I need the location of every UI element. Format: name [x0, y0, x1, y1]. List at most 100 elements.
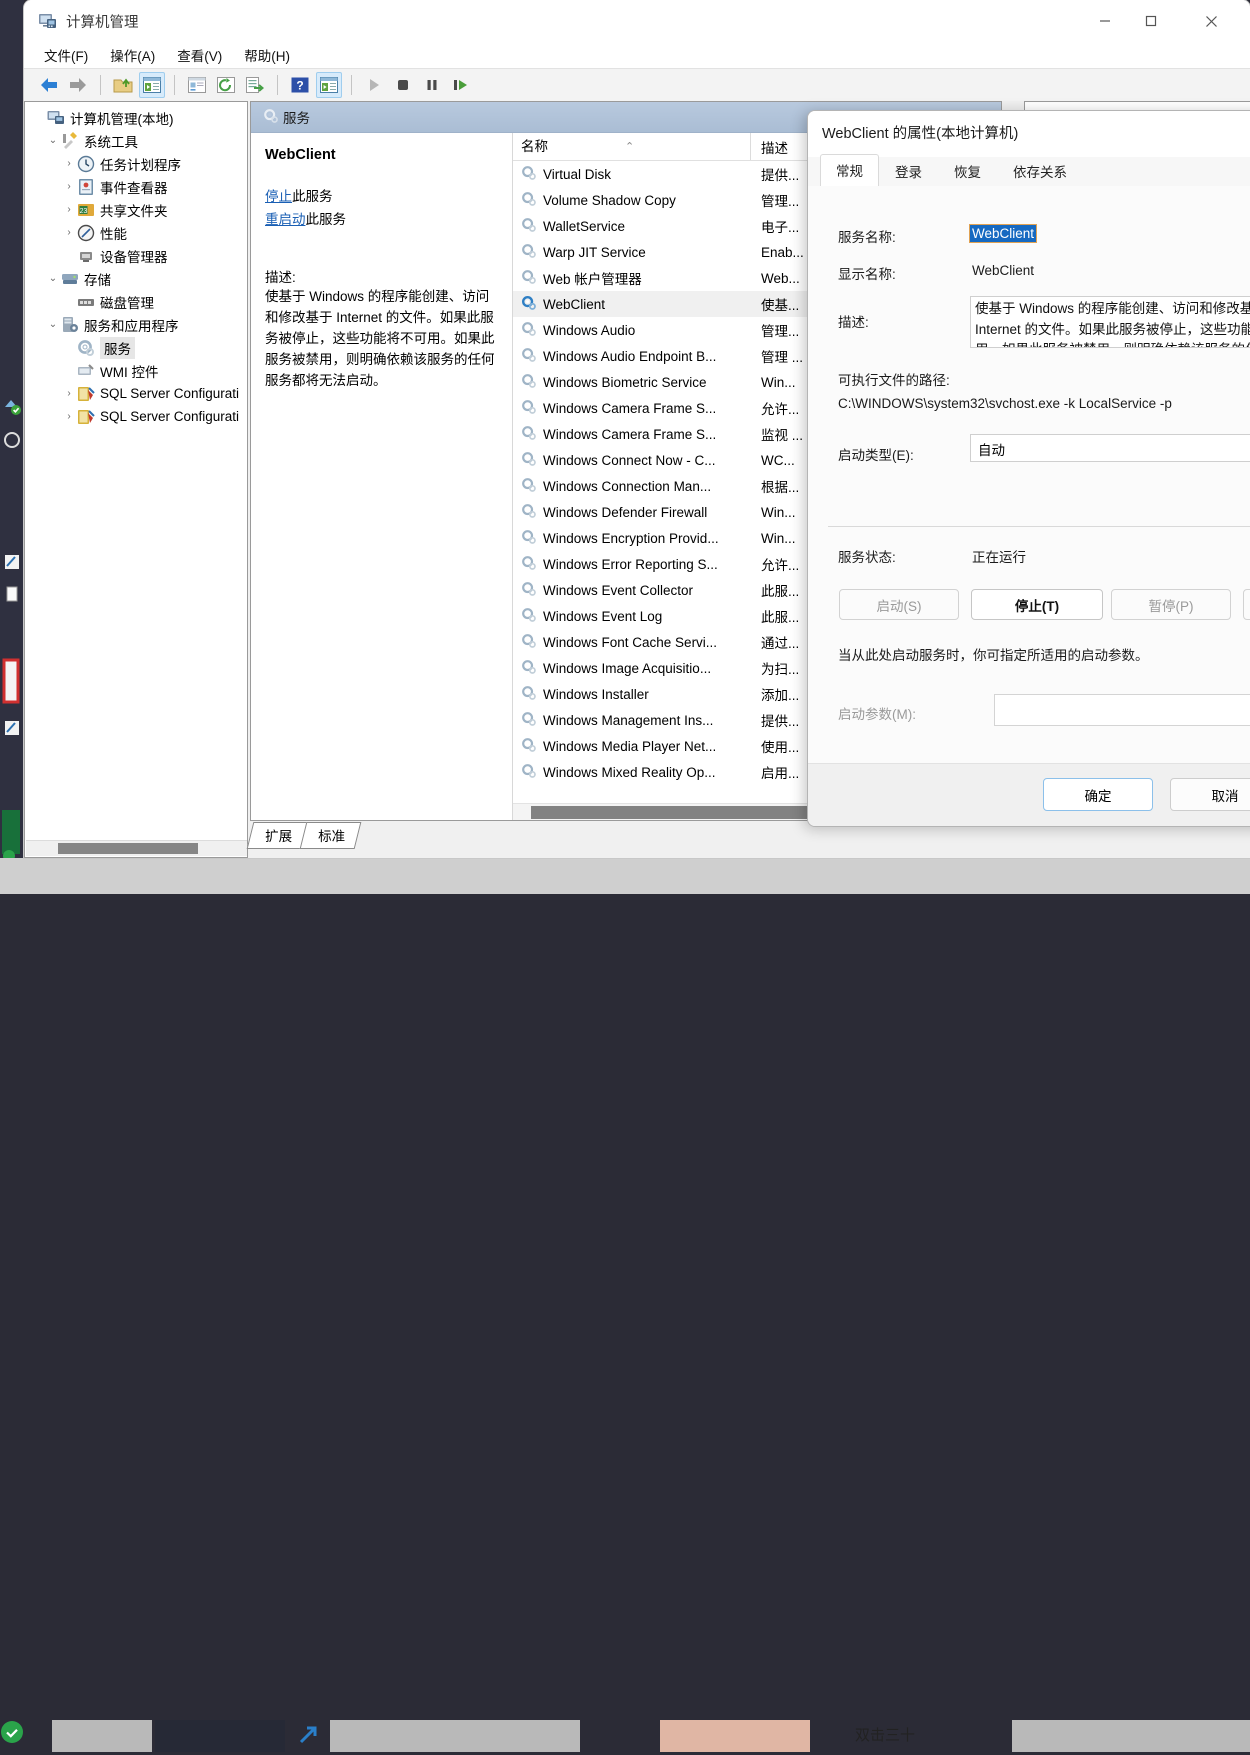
tree-item-computer-management[interactable]: 计算机管理(本地): [25, 106, 247, 129]
up-folder-icon[interactable]: [110, 72, 136, 98]
tree-chevron[interactable]: ›: [61, 204, 77, 215]
tree-chevron[interactable]: ›: [61, 158, 77, 169]
taskbar-item-2[interactable]: [155, 1720, 285, 1752]
startup-type-select[interactable]: 自动: [970, 434, 1250, 462]
resume-service-button[interactable]: [1243, 589, 1250, 620]
taskbar-item-6[interactable]: [1012, 1720, 1250, 1752]
service-name-value[interactable]: WebClient: [968, 224, 1038, 243]
tree-item-task-scheduler[interactable]: › 任务计划程序: [25, 152, 247, 175]
desktop-icon-4: [2, 584, 22, 604]
refresh-icon[interactable]: [213, 72, 239, 98]
tree-item-system-tools[interactable]: ⌄ 系统工具: [25, 129, 247, 152]
tab-recovery[interactable]: 恢复: [938, 155, 997, 187]
tree-item-performance[interactable]: › 性能: [25, 221, 247, 244]
service-description-cell: 添加...: [761, 688, 800, 703]
tree-chevron[interactable]: ⌄: [45, 319, 61, 330]
tree-chevron[interactable]: ›: [61, 181, 77, 192]
start-service-button[interactable]: 启动(S): [839, 589, 959, 620]
tree-item-services-and-applications[interactable]: ⌄ 服务和应用程序: [25, 313, 247, 336]
column-header-name[interactable]: 名称 ⌃: [513, 133, 751, 160]
minimize-button[interactable]: [1082, 0, 1128, 42]
ok-button[interactable]: 确定: [1043, 778, 1153, 811]
service-description-cell: 管理...: [761, 194, 800, 209]
menu-action[interactable]: 操作(A): [110, 45, 155, 65]
taskbar-item-3[interactable]: [330, 1720, 580, 1752]
menu-help[interactable]: 帮助(H): [244, 45, 290, 65]
service-name-value-wrap[interactable]: WebClient: [968, 224, 1038, 243]
tree-item-storage[interactable]: ⌄ 存储: [25, 267, 247, 290]
tree-item-disk-management[interactable]: 磁盘管理: [25, 290, 247, 313]
tab-dependencies[interactable]: 依存关系: [997, 155, 1083, 187]
stop-service-suffix: 此服务: [292, 189, 333, 204]
tree-chevron[interactable]: ⌄: [45, 273, 61, 284]
stop-service-button[interactable]: 停止(T): [971, 589, 1103, 620]
pause-service-button[interactable]: 暂停(P): [1111, 589, 1231, 620]
storage-icon: [61, 270, 79, 288]
tree-item-shared-folders[interactable]: › 23 共享文件夹: [25, 198, 247, 221]
menu-file[interactable]: 文件(F): [44, 45, 88, 65]
column-header-description[interactable]: 描述: [751, 137, 788, 157]
show-action-pane-icon[interactable]: [316, 72, 342, 98]
startup-params-hint: 当从此处启动服务时，你可指定所适用的启动参数。: [838, 648, 1149, 663]
scrollbar-thumb[interactable]: [58, 843, 198, 854]
taskbar-item-5[interactable]: 双击三十: [855, 1720, 1005, 1752]
service-name-cell: Windows Audio: [513, 321, 751, 340]
cancel-button[interactable]: 取消: [1170, 778, 1250, 811]
dialog-tabs: 常规 登录 恢复 依存关系: [808, 154, 1250, 187]
service-name-cell: Windows Camera Frame S...: [513, 399, 751, 418]
sql-server-config-icon: [77, 385, 95, 403]
tab-standard[interactable]: 标准: [299, 822, 362, 849]
tab-extended[interactable]: 扩展: [246, 822, 309, 849]
tree-item-event-viewer[interactable]: › 事件查看器: [25, 175, 247, 198]
tree-item-sql-server-config-1[interactable]: › SQL Server Configurati: [25, 382, 247, 405]
tab-logon[interactable]: 登录: [879, 155, 938, 187]
services-icon: [263, 108, 283, 127]
performance-icon: [77, 224, 95, 242]
tab-standard-label: 标准: [318, 829, 346, 844]
tree-item-wmi-control[interactable]: WMI 控件: [25, 359, 247, 382]
restart-service-icon[interactable]: [448, 72, 474, 98]
show-hide-console-tree-icon[interactable]: [139, 72, 165, 98]
tree-horizontal-scrollbar[interactable]: [26, 840, 247, 856]
pause-service-icon[interactable]: [419, 72, 445, 98]
tree-item-sql-server-config-2[interactable]: › SQL Server Configurati: [25, 405, 247, 428]
tree-chevron[interactable]: ›: [61, 411, 77, 422]
tree-chevron[interactable]: ›: [61, 227, 77, 238]
help-icon[interactable]: ?: [287, 72, 313, 98]
restart-service-link[interactable]: 重启动: [265, 212, 306, 227]
back-icon[interactable]: [36, 72, 62, 98]
service-name-cell: Windows Audio Endpoint B...: [513, 347, 751, 366]
taskbar-item-1[interactable]: [52, 1720, 152, 1752]
service-description-cell: Win...: [761, 504, 796, 520]
display-name-value[interactable]: WebClient: [972, 263, 1034, 278]
service-gear-icon: [521, 165, 543, 184]
service-name-text: Windows Connect Now - C...: [543, 452, 716, 468]
tab-general[interactable]: 常规: [820, 154, 879, 187]
service-description-cell: 管理 ...: [761, 350, 804, 365]
export-list-icon[interactable]: [242, 72, 268, 98]
taskbar-item-4[interactable]: [660, 1720, 810, 1752]
tree-chevron[interactable]: ›: [61, 388, 77, 399]
stop-service-link[interactable]: 停止: [265, 189, 292, 204]
tree-item-services[interactable]: 服务: [25, 336, 247, 359]
tree-item-device-manager[interactable]: 设备管理器: [25, 244, 247, 267]
properties-icon[interactable]: [184, 72, 210, 98]
start-service-icon[interactable]: [361, 72, 387, 98]
startup-params-input[interactable]: [994, 694, 1250, 726]
forward-icon[interactable]: [65, 72, 91, 98]
service-gear-icon: [521, 191, 543, 210]
tab-dependencies-label: 依存关系: [1013, 165, 1067, 180]
service-name-text: Windows Image Acquisitio...: [543, 660, 712, 676]
description-textarea[interactable]: 使基于 Windows 的程序能创建、访问和修改基于 Internet 的文件。…: [970, 296, 1250, 348]
maximize-button[interactable]: [1128, 0, 1174, 42]
taskbar-arrow-icon[interactable]: [295, 1720, 323, 1752]
service-description-cell: 电子...: [761, 220, 800, 235]
menu-view[interactable]: 查看(V): [177, 45, 222, 65]
services-header-label: 服务: [283, 111, 310, 126]
stop-service-icon[interactable]: [390, 72, 416, 98]
taskbar-icon-check[interactable]: [0, 1720, 24, 1752]
tree-chevron[interactable]: ⌄: [45, 135, 61, 146]
tree-item-label: SQL Server Configurati: [100, 386, 240, 401]
executable-path-label: 可执行文件的路径:: [838, 373, 950, 388]
close-button[interactable]: [1188, 0, 1234, 42]
